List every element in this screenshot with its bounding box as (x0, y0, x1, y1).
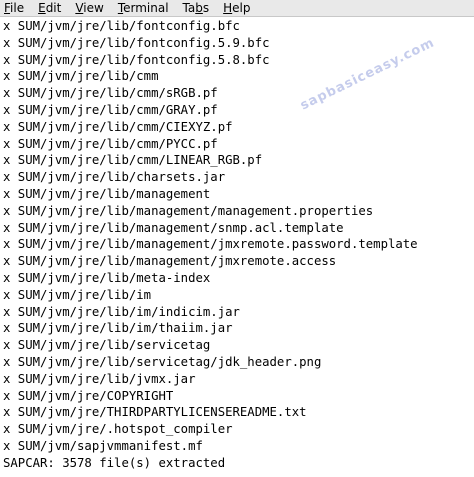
terminal-line: x SUM/jvm/jre/lib/fontconfig.5.9.bfc (3, 35, 270, 50)
terminal-line: x SUM/jvm/jre/lib/cmm/CIEXYZ.pf (3, 119, 233, 134)
terminal-line: x SUM/jvm/jre/lib/cmm/sRGB.pf (3, 86, 218, 101)
menu-terminal-rest: erminal (123, 0, 169, 15)
terminal-line: x SUM/jvm/jre/lib/jvmx.jar (3, 371, 196, 386)
menu-terminal[interactable]: Terminal (118, 0, 169, 17)
menu-edit-mnemonic: E (38, 0, 46, 15)
terminal-line: x SUM/jvm/sapjvmmanifest.mf (3, 438, 203, 453)
terminal-line: x SUM/jvm/jre/lib/management (3, 186, 211, 201)
menu-file[interactable]: File (4, 0, 24, 17)
terminal-line: x SUM/jvm/jre/lib/cmm (3, 69, 159, 84)
menu-help[interactable]: Help (223, 0, 250, 17)
terminal-line: x SUM/jvm/jre/lib/im (3, 287, 152, 302)
terminal-line: x SUM/jvm/jre/lib/fontconfig.bfc (3, 19, 240, 33)
terminal-window: File Edit View Terminal Tabs Help x SUM/… (0, 0, 474, 477)
terminal-line: x SUM/jvm/jre/lib/cmm/LINEAR_RGB.pf (3, 153, 263, 168)
menu-help-mnemonic: H (223, 0, 233, 15)
menu-help-rest: elp (232, 0, 251, 15)
terminal-line: x SUM/jvm/jre/THIRDPARTYLICENSEREADME.tx… (3, 405, 307, 420)
menu-edit-rest: dit (45, 0, 62, 15)
terminal-line: x SUM/jvm/jre/lib/meta-index (3, 270, 211, 285)
menu-tabs-rest: s (202, 0, 210, 15)
menu-tabs[interactable]: Tabs (183, 0, 210, 17)
terminal-line: x SUM/jvm/jre/lib/cmm/PYCC.pf (3, 136, 218, 151)
menu-tabs-pre: Ta (182, 0, 196, 15)
menu-bar: File Edit View Terminal Tabs Help (0, 0, 474, 17)
terminal-line: x SUM/jvm/jre/lib/fontconfig.5.8.bfc (3, 52, 270, 67)
terminal-status-line: SAPCAR: 3578 file(s) extracted (3, 455, 226, 470)
menu-view[interactable]: View (75, 0, 103, 17)
menu-tabs-mnemonic: b (195, 0, 203, 15)
terminal-line: x SUM/jvm/jre/lib/im/indicim.jar (3, 304, 240, 319)
terminal-line: x SUM/jvm/jre/.hotspot_compiler (3, 422, 233, 437)
terminal-line: x SUM/jvm/jre/lib/management/jmxremote.a… (3, 254, 337, 269)
terminal-line: x SUM/jvm/jre/lib/management/jmxremote.p… (3, 237, 418, 252)
terminal-line: x SUM/jvm/jre/lib/servicetag/jdk_header.… (3, 354, 322, 369)
terminal-line: x SUM/jvm/jre/lib/charsets.jar (3, 170, 226, 185)
terminal-line: x SUM/jvm/jre/lib/cmm/GRAY.pf (3, 102, 218, 117)
menu-edit[interactable]: Edit (38, 0, 61, 17)
terminal-output[interactable]: x SUM/jvm/jre/lib/fontconfig.bfc x SUM/j… (0, 17, 474, 477)
terminal-line: x SUM/jvm/jre/COPYRIGHT (3, 388, 174, 403)
terminal-line: x SUM/jvm/jre/lib/management/management.… (3, 203, 374, 218)
terminal-line: x SUM/jvm/jre/lib/im/thaiim.jar (3, 321, 233, 336)
menu-view-rest: iew (83, 0, 104, 15)
terminal-line: x SUM/jvm/jre/lib/servicetag (3, 338, 211, 353)
terminal-line: x SUM/jvm/jre/lib/management/snmp.acl.te… (3, 220, 344, 235)
menu-file-rest: ile (10, 0, 25, 15)
